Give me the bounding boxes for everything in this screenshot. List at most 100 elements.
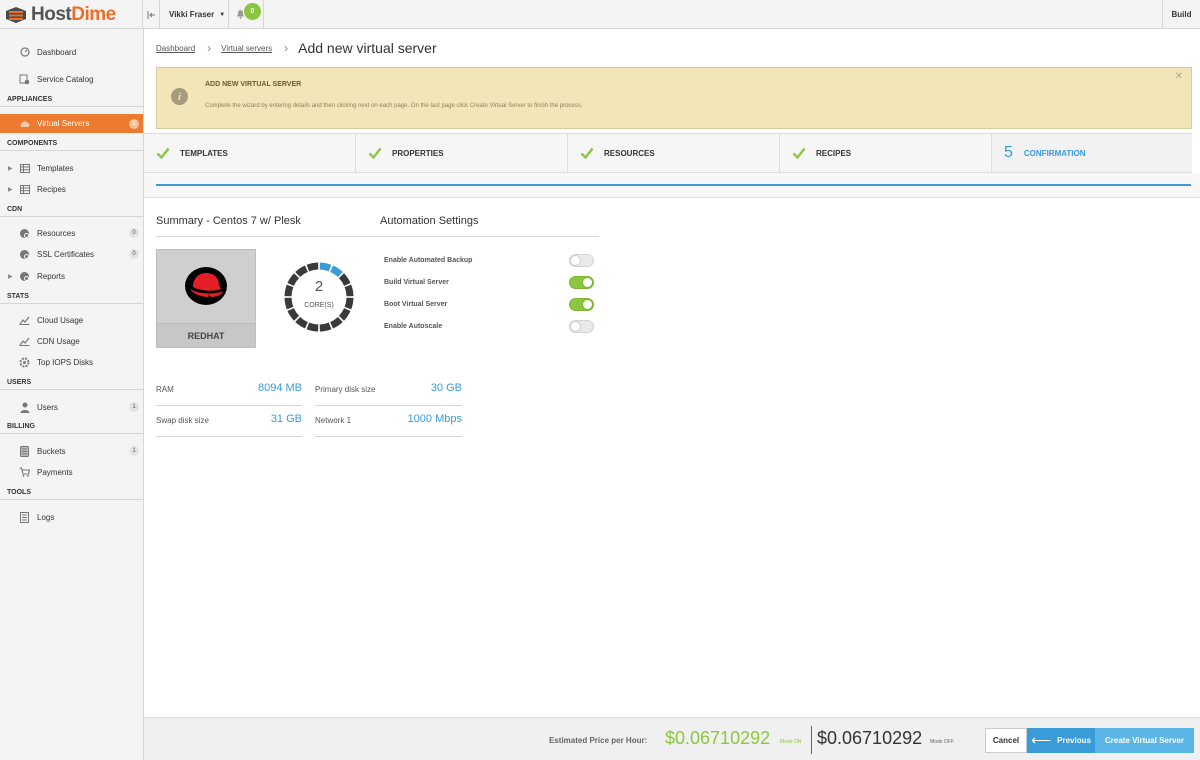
section-users: USERS <box>0 376 143 390</box>
price-mode-on: $0.06710292 <box>665 728 771 748</box>
sidebar-item-top-iops-disks[interactable]: Top IOPS Disks <box>0 352 143 372</box>
cloud-icon <box>19 118 30 129</box>
create-virtual-server-button[interactable]: Create Virtual Server <box>1095 728 1194 753</box>
sidebar-item-service-catalog[interactable]: Service Catalog <box>0 69 143 89</box>
expand-arrow-icon: ▶ <box>8 186 13 193</box>
sidebar-item-recipes[interactable]: ▶ Recipes <box>0 179 143 199</box>
top-bar: HostDime Vikki Fraser ▼ 0 Build <box>0 0 1200 29</box>
sidebar-item-virtual-servers[interactable]: Virtual Servers 1 <box>0 114 143 133</box>
expand-arrow-icon: ▶ <box>8 165 13 172</box>
catalog-gear-icon <box>19 74 30 85</box>
step-templates[interactable]: TEMPLATES <box>144 134 356 172</box>
arrow-left-icon: ⟵ <box>1031 732 1052 748</box>
automation-setting-autoscale: Enable Autoscale <box>384 319 594 335</box>
sidebar-item-buckets[interactable]: Buckets 1 <box>0 441 143 461</box>
footer-bar: Estimated Price per Hour: $0.06710292 Mo… <box>144 717 1200 760</box>
collapse-arrow-icon <box>147 10 155 19</box>
wizard-progress-bar <box>156 184 1191 186</box>
mode-off-label: Mode OFF <box>930 739 954 745</box>
alert-title: ADD NEW VIRTUAL SERVER <box>205 81 302 88</box>
price-mode-off: $0.06710292 <box>817 728 923 748</box>
cores-gauge: 2 CORE(S) <box>283 261 355 333</box>
price-divider <box>811 726 812 754</box>
os-card: REDHAT <box>156 249 256 348</box>
hostdime-logo-icon <box>6 6 26 23</box>
breadcrumb-dashboard-link[interactable]: Dashboard <box>156 44 195 53</box>
sidebar-item-ssl-certificates[interactable]: SSL Certificates 0 <box>0 244 143 264</box>
notifications-button[interactable]: 0 <box>229 0 264 29</box>
step-resources[interactable]: RESOURCES <box>568 134 780 172</box>
cores-value: 2 <box>314 278 324 295</box>
section-tools: TOOLS <box>0 486 143 500</box>
info-icon: i <box>171 88 188 105</box>
sidebar-collapse-button[interactable] <box>143 0 160 29</box>
automated-backup-toggle[interactable] <box>569 254 594 267</box>
section-components: COMPONENTS <box>0 137 143 151</box>
resources-icon <box>19 228 30 239</box>
core-segment <box>306 262 319 272</box>
sidebar-item-templates[interactable]: ▶ Templates <box>0 158 143 178</box>
step-properties[interactable]: PROPERTIES <box>356 134 568 172</box>
breadcrumb: Dashboard › Virtual servers › Add new vi… <box>156 40 437 56</box>
disk-gear-icon <box>19 357 30 368</box>
cart-icon <box>19 467 30 478</box>
checkmark-icon <box>792 147 806 160</box>
step-confirmation[interactable]: 5 CONFIRMATION <box>992 134 1192 172</box>
section-stats: STATS <box>0 290 143 304</box>
step-number: 5 <box>1004 144 1013 161</box>
redhat-logo-icon <box>185 267 227 305</box>
sidebar-item-users[interactable]: Users 1 <box>0 397 143 417</box>
chevron-right-icon: › <box>284 41 289 55</box>
chevron-right-icon: › <box>207 41 212 55</box>
build-menu[interactable]: Build <box>1162 0 1200 29</box>
core-segment <box>330 316 343 329</box>
templates-icon <box>19 163 30 174</box>
divider <box>156 236 599 237</box>
sidebar-item-logs[interactable]: Logs <box>0 507 143 527</box>
wizard-progress <box>144 173 1200 198</box>
previous-button[interactable]: ⟵ Previous <box>1027 728 1095 753</box>
core-segment <box>319 322 332 332</box>
info-alert: i ADD NEW VIRTUAL SERVER Complete the wi… <box>156 67 1192 129</box>
spec-ram: RAM 8094 MB <box>156 376 302 406</box>
ssl-certificate-icon <box>19 249 30 260</box>
alert-text: Complete the wizard by entering details … <box>205 103 583 109</box>
expand-arrow-icon: ▶ <box>8 273 13 280</box>
usage-chart-icon <box>19 336 30 347</box>
sidebar-item-cdn-usage[interactable]: CDN Usage <box>0 331 143 351</box>
boot-virtual-server-toggle[interactable] <box>569 298 594 311</box>
sidebar-item-payments[interactable]: Payments <box>0 462 143 482</box>
cores-label: CORE(S) <box>304 302 334 309</box>
step-recipes[interactable]: RECIPES <box>780 134 992 172</box>
section-cdn: CDN <box>0 203 143 217</box>
sidebar-item-dashboard[interactable]: Dashboard <box>0 42 143 62</box>
os-name: REDHAT <box>157 323 255 347</box>
sidebar: Dashboard Service Catalog APPLIANCES Vir… <box>0 29 144 760</box>
summary-title: Summary - Centos 7 w/ Plesk <box>156 215 301 227</box>
user-menu[interactable]: Vikki Fraser ▼ <box>160 0 229 29</box>
spec-primary-disk: Primary disk size 30 GB <box>315 376 462 406</box>
core-segment <box>306 322 319 332</box>
recipes-icon <box>19 184 30 195</box>
build-virtual-server-toggle[interactable] <box>569 276 594 289</box>
sidebar-item-reports[interactable]: ▶ Reports <box>0 266 143 286</box>
core-segment-active <box>319 262 332 272</box>
logo[interactable]: HostDime <box>0 0 143 29</box>
automation-setting-backup: Enable Automated Backup <box>384 253 594 269</box>
core-segment <box>295 316 308 329</box>
page-title: Add new virtual server <box>298 40 437 56</box>
breadcrumb-virtual-servers-link[interactable]: Virtual servers <box>221 44 272 53</box>
automation-settings-title: Automation Settings <box>380 215 479 227</box>
sidebar-item-resources[interactable]: Resources 0 <box>0 223 143 243</box>
section-appliances: APPLIANCES <box>0 93 143 107</box>
sidebar-item-cloud-usage[interactable]: Cloud Usage <box>0 310 143 330</box>
user-name: Vikki Fraser <box>169 10 215 19</box>
resources-count-badge: 0 <box>129 228 139 238</box>
close-icon[interactable]: ✕ <box>1175 71 1183 82</box>
autoscale-toggle[interactable] <box>569 320 594 333</box>
section-billing: BILLING <box>0 420 143 434</box>
checkmark-icon <box>368 147 382 160</box>
cancel-button[interactable]: Cancel <box>985 728 1027 753</box>
cores-ring <box>284 262 354 332</box>
chevron-down-icon: ▼ <box>219 11 226 18</box>
